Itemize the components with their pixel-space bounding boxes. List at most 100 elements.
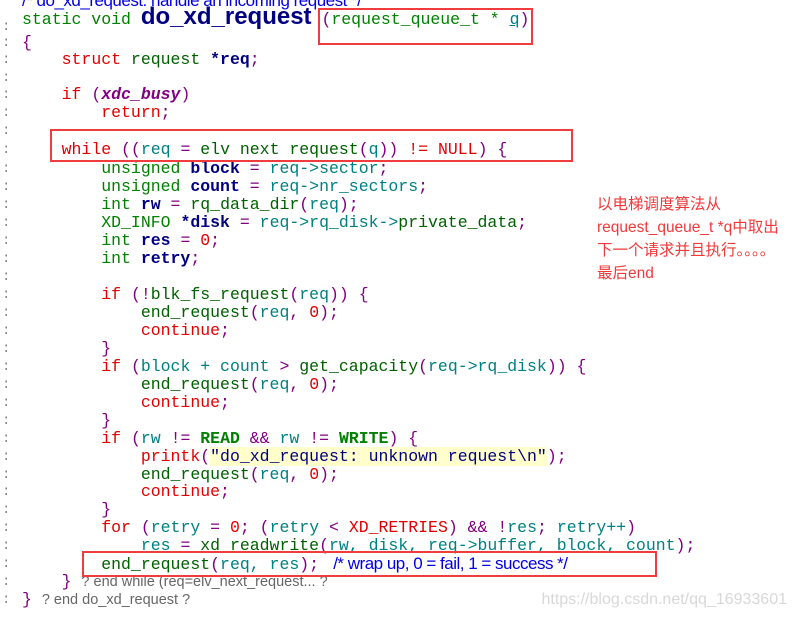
code-token: = <box>170 231 201 250</box>
line-marker: : <box>2 123 11 139</box>
code-token: && <box>239 429 280 448</box>
code-token: } <box>61 572 82 591</box>
code-token: 0 <box>309 303 320 322</box>
line-marker: : <box>2 35 11 51</box>
code-token: blk_fs_request <box>150 285 290 304</box>
code-token: XD_RETRIES <box>348 518 448 537</box>
code-token: struct <box>61 50 131 69</box>
code-token: } <box>101 500 112 519</box>
code-token: *req <box>210 50 250 69</box>
code-token: ); <box>675 536 696 555</box>
line-marker: : <box>2 52 11 68</box>
line-marker: : <box>2 413 11 429</box>
line-marker: : <box>2 574 11 590</box>
code-token: ( <box>91 85 102 104</box>
code-token: int <box>101 231 141 250</box>
code-token: ( <box>418 357 429 376</box>
code-token: } <box>22 590 42 609</box>
code-token: continue <box>140 393 221 412</box>
code-token: ( <box>249 375 260 394</box>
code-token: )) { <box>546 357 587 376</box>
code-token: continue <box>140 321 221 340</box>
code-token: XD_INFO <box>101 213 181 232</box>
code-token: req <box>259 465 290 484</box>
line-marker: : <box>2 305 11 321</box>
code-token: ( <box>289 285 300 304</box>
code-token: ( <box>249 303 260 322</box>
line-marker: : <box>2 449 11 465</box>
code-token: ? end do_xd_request ? <box>41 592 191 608</box>
code-token: ( <box>140 518 151 537</box>
line-marker: : <box>2 287 11 303</box>
code-token: ); <box>319 465 339 484</box>
line-marker: : <box>2 484 11 500</box>
code-token: end_request <box>140 303 250 322</box>
code-token: ; <box>160 103 171 122</box>
code-token: rw <box>140 429 171 448</box>
code-token: get_capacity <box>299 357 419 376</box>
code-token: ; <box>249 50 260 69</box>
line-marker: : <box>2 467 11 483</box>
code-token: ) <box>626 518 637 537</box>
code-token: } <box>101 411 112 430</box>
code-token: int <box>101 249 141 268</box>
code-token: count <box>190 177 240 196</box>
code-token: )) { <box>329 285 369 304</box>
code-token: ( <box>200 447 211 466</box>
code-token: ); <box>546 447 567 466</box>
code-token: } <box>101 339 112 358</box>
line-marker: : <box>2 70 11 86</box>
line-marker: : <box>2 197 11 213</box>
code-token: rw <box>140 195 161 214</box>
code-token: printk <box>140 447 201 466</box>
line-marker: : <box>2 179 11 195</box>
line-marker: : <box>2 215 11 231</box>
code-token: = <box>210 518 230 537</box>
code-token: int <box>101 195 141 214</box>
code-token: ; <box>517 213 528 232</box>
code-token: ; <box>210 231 221 250</box>
code-token: ; <box>537 518 557 537</box>
code-token: (! <box>130 285 151 304</box>
code-token: != <box>170 429 201 448</box>
code-token: retry++ <box>556 518 627 537</box>
code-token: *disk <box>180 213 230 232</box>
code-token: ) { <box>388 429 419 448</box>
code-token: = <box>160 195 191 214</box>
code-token: block + count <box>140 357 280 376</box>
highlight-box-while <box>50 129 573 162</box>
code-token: res <box>140 231 171 250</box>
code-token: , <box>289 303 310 322</box>
line-marker: : <box>2 538 11 554</box>
code-token: retry <box>140 249 191 268</box>
code-token: ; <box>220 482 230 501</box>
line-marker: : <box>2 87 11 103</box>
code-token: return <box>101 103 161 122</box>
code-token: ( <box>299 195 310 214</box>
line-marker: : <box>2 556 11 572</box>
highlight-box-end-request <box>82 551 657 577</box>
highlight-box-params <box>318 8 533 45</box>
line-marker: : <box>2 520 11 536</box>
code-token: if <box>101 285 131 304</box>
code-token: READ <box>200 429 240 448</box>
line-marker: : <box>2 341 11 357</box>
line-marker: : <box>2 161 11 177</box>
line-marker: : <box>2 251 11 267</box>
code-token: WRITE <box>338 429 389 448</box>
code-token: private_data <box>398 213 518 232</box>
